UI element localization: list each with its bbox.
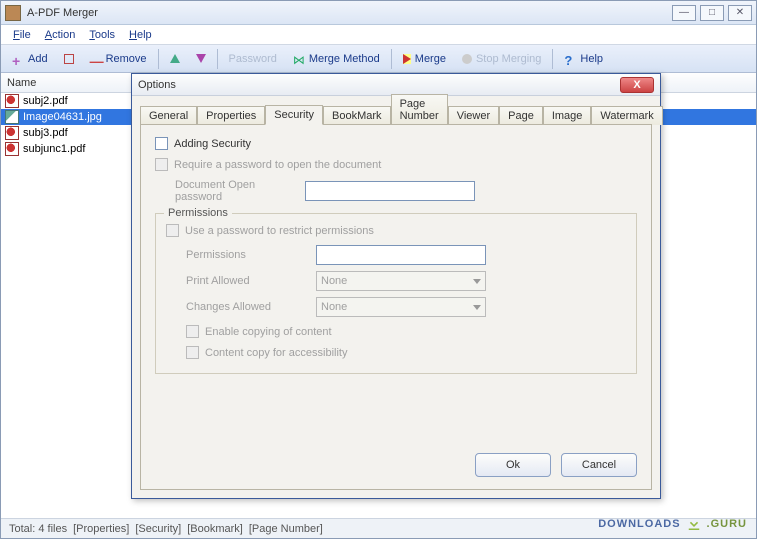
move-up-button[interactable] [163, 51, 187, 66]
tab-image[interactable]: Image [543, 106, 592, 125]
menubar: File Action Tools Help [1, 25, 756, 45]
status-bar: Total: 4 files [Properties] [Security] [… [1, 518, 756, 538]
add-button[interactable]: +Add [5, 50, 55, 68]
window-buttons: — □ ✕ [672, 5, 752, 21]
minimize-button[interactable]: — [672, 5, 696, 21]
adding-security-label: Adding Security [174, 138, 251, 150]
merge-button[interactable]: Merge [396, 50, 453, 68]
dialog-buttons: Ok Cancel [475, 453, 637, 477]
tab-strip: General Properties Security BookMark Pag… [132, 102, 660, 124]
options-dialog: Options X General Properties Security Bo… [131, 73, 661, 499]
pdf-icon [5, 142, 19, 156]
stop-button[interactable]: Stop Merging [455, 50, 548, 68]
permissions-label: Permissions [186, 249, 316, 261]
menu-tools[interactable]: Tools [83, 27, 121, 43]
print-allowed-dropdown[interactable]: None [316, 271, 486, 291]
enable-copying-label: Enable copying of content [205, 326, 332, 338]
move-down-button[interactable] [189, 51, 213, 66]
tab-page-number[interactable]: Page Number [391, 94, 448, 125]
restrict-permissions-label: Use a password to restrict permissions [185, 225, 374, 237]
circle-icon [462, 54, 472, 64]
tab-bookmark[interactable]: BookMark [323, 106, 391, 125]
status-total: Total: 4 files [7, 523, 69, 535]
question-icon: ? [564, 53, 576, 65]
image-icon [5, 110, 19, 124]
tab-general[interactable]: General [140, 106, 197, 125]
doc-open-password-input[interactable] [305, 181, 475, 201]
menu-help[interactable]: Help [123, 27, 158, 43]
dialog-titlebar: Options X [132, 74, 660, 96]
square-button[interactable] [57, 51, 81, 67]
separator [391, 49, 392, 69]
close-button[interactable]: ✕ [728, 5, 752, 21]
enable-copying-checkbox[interactable] [186, 325, 199, 338]
copy-accessibility-checkbox[interactable] [186, 346, 199, 359]
changes-allowed-dropdown[interactable]: None [316, 297, 486, 317]
play-icon [403, 54, 411, 64]
titlebar: A-PDF Merger — □ ✕ [1, 1, 756, 25]
tab-properties[interactable]: Properties [197, 106, 265, 125]
remove-button[interactable]: —Remove [83, 50, 154, 68]
cancel-button[interactable]: Cancel [561, 453, 637, 477]
status-seg: [Page Number] [247, 523, 325, 535]
tab-viewer[interactable]: Viewer [448, 106, 499, 125]
triangle-down-icon [196, 54, 206, 63]
help-button[interactable]: ?Help [557, 50, 610, 68]
separator [552, 49, 553, 69]
dialog-close-button[interactable]: X [620, 77, 654, 93]
permissions-input[interactable] [316, 245, 486, 265]
separator [158, 49, 159, 69]
password-button[interactable]: Password [222, 50, 284, 68]
tab-page[interactable]: Page [499, 106, 543, 125]
restrict-permissions-checkbox[interactable] [166, 224, 179, 237]
menu-file[interactable]: File [7, 27, 37, 43]
bowtie-icon: ⋈ [293, 53, 305, 65]
ok-button[interactable]: Ok [475, 453, 551, 477]
status-seg: [Security] [133, 523, 183, 535]
pdf-icon [5, 94, 19, 108]
status-seg: [Bookmark] [185, 523, 245, 535]
merge-method-button[interactable]: ⋈Merge Method [286, 50, 387, 68]
status-seg: [Properties] [71, 523, 131, 535]
require-password-checkbox[interactable] [155, 158, 168, 171]
app-icon [5, 5, 21, 21]
tab-security[interactable]: Security [265, 105, 323, 125]
triangle-up-icon [170, 54, 180, 63]
pdf-icon [5, 126, 19, 140]
changes-allowed-label: Changes Allowed [186, 301, 316, 313]
require-password-label: Require a password to open the document [174, 159, 381, 171]
tab-watermark[interactable]: Watermark [591, 106, 662, 125]
dialog-title: Options [138, 79, 620, 91]
maximize-button[interactable]: □ [700, 5, 724, 21]
plus-icon: + [12, 53, 24, 65]
adding-security-checkbox[interactable] [155, 137, 168, 150]
minus-icon: — [90, 53, 102, 65]
toolbar: +Add —Remove Password ⋈Merge Method Merg… [1, 45, 756, 73]
app-title: A-PDF Merger [27, 7, 672, 19]
print-allowed-label: Print Allowed [186, 275, 316, 287]
menu-action[interactable]: Action [39, 27, 82, 43]
permissions-fieldset: Permissions Use a password to restrict p… [155, 213, 637, 374]
square-icon [64, 54, 74, 64]
permissions-legend: Permissions [164, 207, 232, 219]
copy-accessibility-label: Content copy for accessibility [205, 347, 347, 359]
tab-panel-security: Adding Security Require a password to op… [140, 124, 652, 490]
separator [217, 49, 218, 69]
doc-open-password-label: Document Open password [175, 179, 305, 203]
